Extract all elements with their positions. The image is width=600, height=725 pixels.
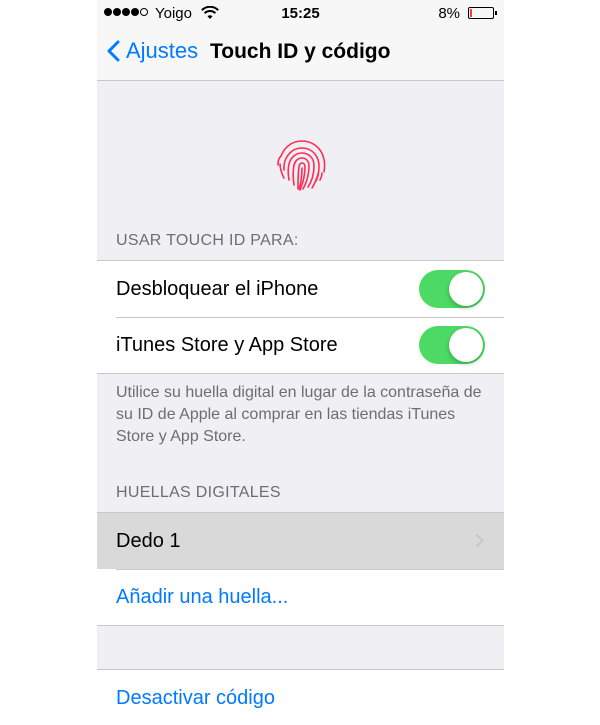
toggle-knob — [449, 328, 483, 362]
status-bar: Yoigo 15:25 8% — [97, 0, 504, 28]
touch-id-footer-note: Utilice su huella digital en lugar de la… — [116, 384, 482, 445]
chevron-left-icon — [107, 40, 120, 62]
toggle-knob — [449, 272, 483, 306]
unlock-iphone-toggle[interactable] — [419, 270, 485, 308]
section-header-touch-id: USAR TOUCH ID PARA: — [116, 232, 299, 249]
itunes-app-store-row: iTunes Store y App Store — [97, 317, 504, 373]
passcode-group: Desactivar código — [97, 669, 504, 725]
disable-passcode-label: Desactivar código — [116, 686, 275, 709]
itunes-app-store-toggle[interactable] — [419, 326, 485, 364]
page-title: Touch ID y código — [210, 40, 391, 63]
back-button[interactable]: Ajustes — [107, 38, 198, 64]
unlock-iphone-row: Desbloquear el iPhone — [97, 261, 504, 317]
fingerprints-group: Dedo 1 Añadir una huella... — [97, 512, 504, 626]
add-fingerprint-label: Añadir una huella... — [116, 585, 289, 608]
add-fingerprint-row[interactable]: Añadir una huella... — [97, 569, 504, 625]
navigation-bar: Ajustes Touch ID y código — [97, 28, 504, 81]
settings-screen: Yoigo 15:25 8% Ajustes Touch ID y código — [97, 0, 504, 725]
fingerprint-label: Dedo 1 — [116, 529, 181, 552]
battery-percentage: 8% — [438, 5, 460, 22]
battery-level — [470, 9, 472, 17]
back-label: Ajustes — [126, 38, 199, 63]
unlock-iphone-label: Desbloquear el iPhone — [116, 277, 319, 300]
chevron-right-icon — [475, 533, 484, 548]
fingerprint-icon — [275, 138, 327, 197]
itunes-app-store-label: iTunes Store y App Store — [116, 333, 338, 356]
section-header-fingerprints: HUELLAS DIGITALES — [116, 484, 281, 501]
disable-passcode-row[interactable]: Desactivar código — [97, 670, 504, 725]
touch-id-usage-group: Desbloquear el iPhone iTunes Store y App… — [97, 260, 504, 374]
fingerprint-row-finger-1[interactable]: Dedo 1 — [97, 513, 504, 569]
battery-icon — [468, 7, 497, 19]
